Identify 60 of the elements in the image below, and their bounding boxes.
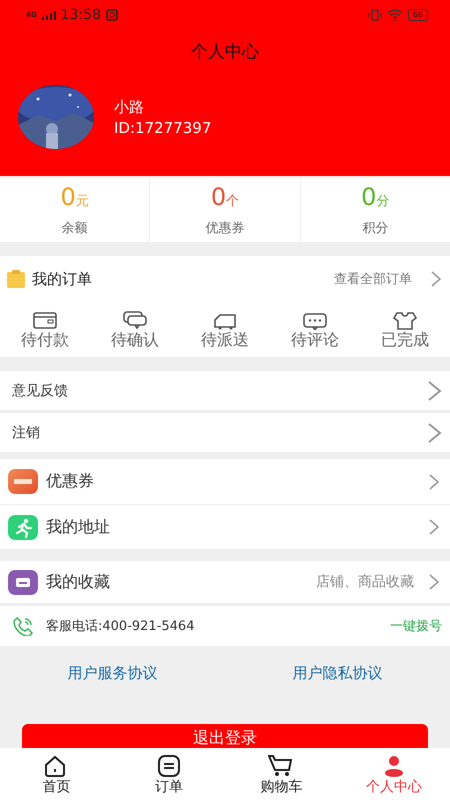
user-name: 小路 xyxy=(114,98,145,116)
cart-icon xyxy=(268,754,294,778)
runner-icon xyxy=(8,514,38,540)
row-label: 我的地址 xyxy=(46,516,110,538)
clipboard-icon xyxy=(6,269,26,289)
battery-indicator: 68 xyxy=(408,9,428,21)
ticket-icon xyxy=(8,469,38,494)
tab[interactable]: 订单 xyxy=(124,748,214,800)
notification-icon xyxy=(106,9,118,21)
row-label: 优惠券 xyxy=(46,471,94,492)
stat-item[interactable]: 0元 余额 xyxy=(0,178,150,242)
order-status-button[interactable]: 待付款 xyxy=(21,310,69,351)
user-id: ID:17277397 xyxy=(114,118,212,136)
agreement-link[interactable]: 用户服务协议 xyxy=(48,664,178,683)
chat-icon xyxy=(122,310,148,330)
stat-value: 0分 xyxy=(361,184,390,212)
comment-icon xyxy=(302,310,328,330)
chevron-icon xyxy=(428,573,440,591)
section-title: 我的订单 xyxy=(32,270,92,288)
row-label: 注销 xyxy=(12,424,40,442)
view-all-orders-link[interactable]: 查看全部订单 xyxy=(334,270,412,288)
vibrate-icon xyxy=(368,9,382,21)
settings-row[interactable]: 注销 xyxy=(0,413,450,455)
order-status-button[interactable]: 已完成 xyxy=(381,310,429,351)
signal-icon xyxy=(42,10,56,20)
phone-icon xyxy=(12,616,34,636)
tab[interactable]: 购物车 xyxy=(236,748,326,800)
tab[interactable]: 首页 xyxy=(11,748,102,800)
status-time: 13:58 xyxy=(60,7,101,23)
order-status-button[interactable]: 待确认 xyxy=(111,310,159,351)
logout-button[interactable]: 退出登录 xyxy=(22,724,428,748)
stat-label: 余额 xyxy=(62,220,88,236)
shirt-icon xyxy=(392,310,418,330)
row-label: 我的收藏 xyxy=(46,572,110,592)
row-label: 意见反馈 xyxy=(12,382,68,400)
chevron-icon xyxy=(426,422,442,444)
stat-label: 优惠券 xyxy=(205,220,244,236)
menu-row[interactable]: 我的收藏 店铺、商品收藏 xyxy=(0,561,450,606)
chevron-icon xyxy=(426,380,442,402)
chevron-icon xyxy=(428,472,440,490)
list-icon xyxy=(156,754,182,778)
wallet-icon xyxy=(32,310,58,330)
chevron-icon xyxy=(430,270,442,288)
stat-item[interactable]: 0分 积分 xyxy=(300,178,450,242)
stat-label: 积分 xyxy=(362,220,388,236)
store-icon xyxy=(8,570,38,594)
agreement-link[interactable]: 用户隐私协议 xyxy=(272,664,402,683)
stat-value: 0个 xyxy=(210,184,240,212)
stat-value: 0元 xyxy=(60,184,89,212)
stat-item[interactable]: 0个 优惠券 xyxy=(150,178,301,242)
chevron-icon xyxy=(428,518,440,536)
dial-button[interactable]: 一键拨号 xyxy=(390,617,442,635)
settings-row[interactable]: 意见反馈 xyxy=(0,371,450,413)
order-status-button[interactable]: 待评论 xyxy=(291,310,339,351)
tab[interactable]: 个人中心 xyxy=(348,748,439,800)
row-hint: 店铺、商品收藏 xyxy=(316,573,414,591)
page-title: 个人中心 xyxy=(190,41,260,63)
wifi-icon xyxy=(386,9,403,21)
service-phone: 客服电话:400-921-5464 xyxy=(46,618,194,635)
order-status-button[interactable]: 待派送 xyxy=(201,310,249,351)
